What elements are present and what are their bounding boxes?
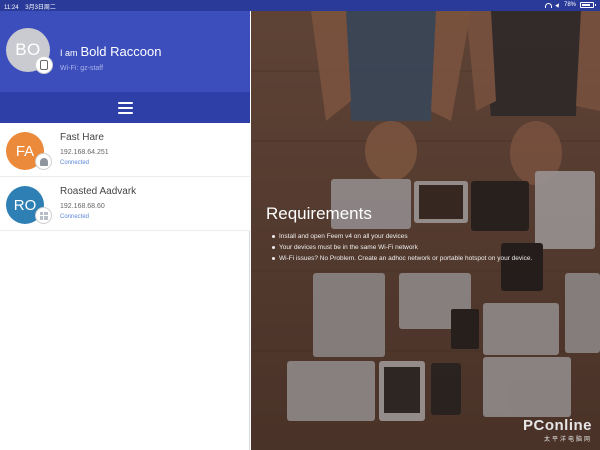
profile-name-line: I am Bold Raccoon xyxy=(60,44,161,59)
device-ip: 192.168.68.60 xyxy=(60,203,105,210)
device-ip: 192.168.64.251 xyxy=(60,149,109,156)
device-status: Connected xyxy=(60,214,90,220)
os-badge xyxy=(35,207,52,224)
device-list: FA Fast Hare 192.168.64.251 Connected RO… xyxy=(0,123,250,231)
status-bar: 11:24 3月3日周二 78% xyxy=(0,0,600,11)
device-item-roasted-aadvark[interactable]: RO Roasted Aadvark 192.168.68.60 Connect… xyxy=(0,177,250,231)
wifi-icon xyxy=(544,2,552,8)
hamburger-menu-icon[interactable] xyxy=(117,101,133,114)
device-initials: FA xyxy=(15,142,35,160)
requirements-list: Install and open Feem v4 on all your dev… xyxy=(271,231,533,264)
watermark: PConline 太平洋电脑网 xyxy=(523,417,592,443)
requirements-panel: Requirements Install and open Feem v4 on… xyxy=(251,11,600,450)
location-icon xyxy=(555,2,561,8)
requirement-item: Install and open Feem v4 on all your dev… xyxy=(271,231,532,242)
device-name: Fast Hare xyxy=(60,132,104,143)
android-icon xyxy=(39,157,48,166)
wifi-network-label: Wi-Fi: gz-staff xyxy=(60,65,104,72)
device-item-fast-hare[interactable]: FA Fast Hare 192.168.64.251 Connected xyxy=(0,123,250,177)
tablet-icon xyxy=(40,60,48,70)
menu-bar xyxy=(0,92,250,123)
battery-percent: 78% xyxy=(563,2,576,8)
sidebar: BO I am Bold Raccoon Wi-Fi: gz-staff FA F… xyxy=(0,11,250,450)
profile-name: Bold Raccoon xyxy=(80,44,162,59)
os-badge xyxy=(35,153,52,170)
requirement-item: Wi-Fi issues? No Problem. Create an adho… xyxy=(271,255,533,262)
battery-icon xyxy=(580,2,596,8)
device-initials: RO xyxy=(13,196,37,214)
watermark-subtext: 太平洋电脑网 xyxy=(543,437,592,443)
watermark-logo-text: PConline xyxy=(522,417,592,434)
device-status: Connected xyxy=(60,160,90,166)
avatar-initials: BO xyxy=(15,40,41,59)
profile-header: BO I am Bold Raccoon Wi-Fi: gz-staff xyxy=(0,11,250,92)
iam-prefix: I am xyxy=(60,48,78,58)
device-name: Roasted Aadvark xyxy=(60,186,137,197)
device-badge xyxy=(35,56,53,74)
requirements-title: Requirements xyxy=(266,204,372,223)
windows-icon xyxy=(39,211,48,220)
requirement-item: Your devices must be in the same Wi-Fi n… xyxy=(271,242,532,253)
